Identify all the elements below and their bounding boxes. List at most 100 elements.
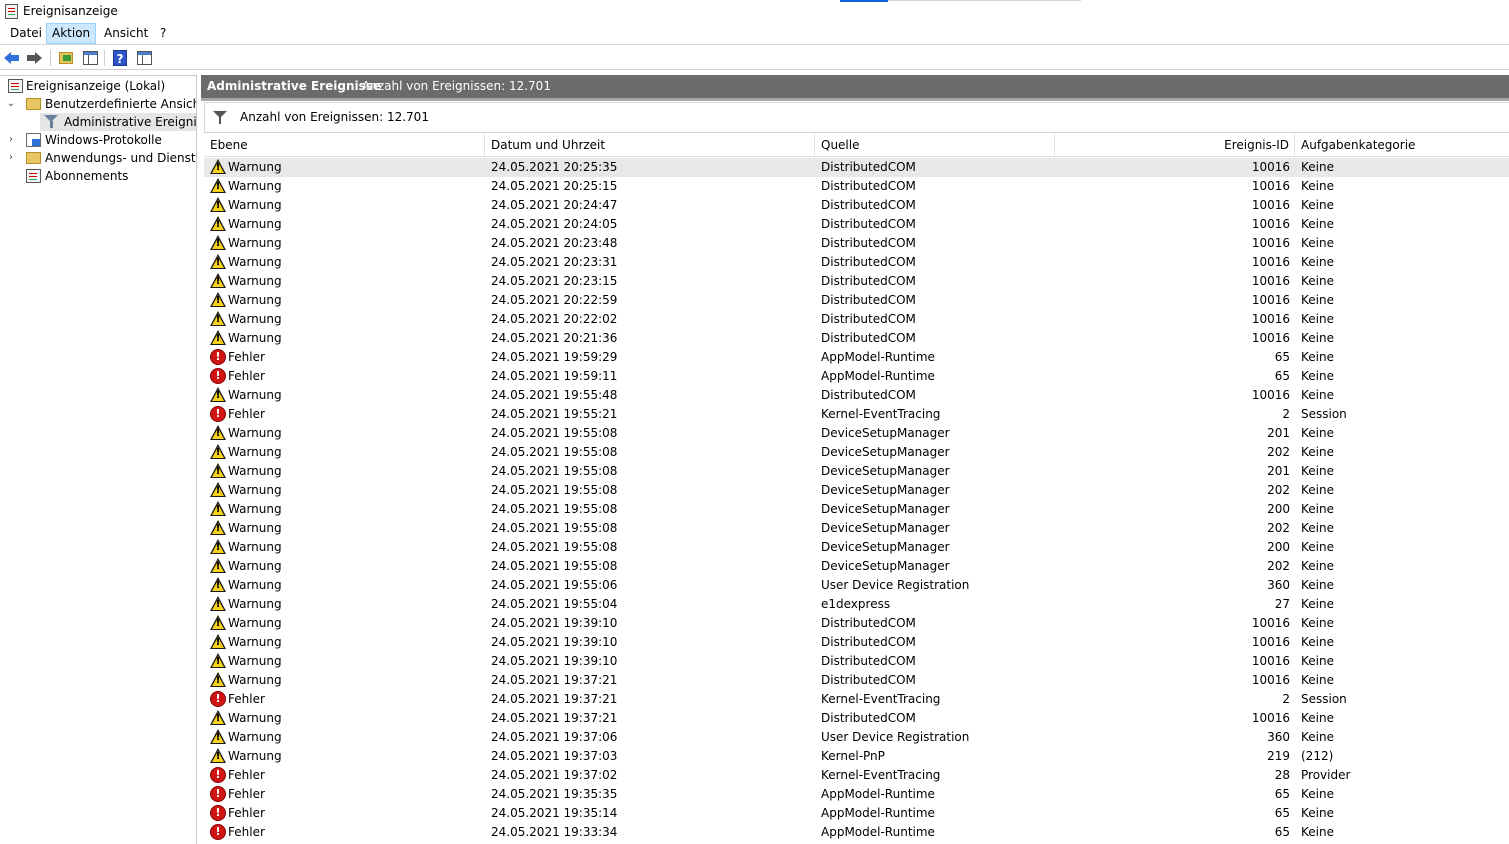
menu-help[interactable]: ? [155, 23, 171, 44]
event-id: 10016 [1251, 236, 1290, 250]
column-header-source[interactable]: Quelle [815, 134, 1055, 157]
table-row[interactable]: !Warnung 24.05.2021 19:55:04 e1dexpress 27 K… [204, 595, 1509, 614]
event-id: 10016 [1251, 673, 1290, 687]
event-date: 24.05.2021 19:39:10 [491, 616, 618, 630]
error-icon: ! [210, 349, 226, 365]
column-header-level[interactable]: Ebene [204, 134, 485, 157]
chevron-down-icon[interactable]: ⌄ [6, 95, 16, 113]
table-row[interactable]: !Warnung 24.05.2021 19:55:48 DistributedCO… [204, 386, 1509, 405]
event-category: Keine [1301, 806, 1334, 820]
table-row[interactable]: !Warnung 24.05.2021 20:22:59 DistributedCO… [204, 291, 1509, 310]
table-row[interactable]: !Warnung 24.05.2021 19:55:08 DeviceSetupMa… [204, 481, 1509, 500]
event-table-body: !Warnung24.05.2021 20:25:35DistributedCO… [204, 158, 1509, 844]
event-id: 360 [1267, 578, 1290, 592]
warning-icon: ! [210, 463, 226, 479]
event-date: 24.05.2021 19:55:21 [491, 407, 618, 421]
forward-button[interactable] [26, 48, 46, 68]
table-row[interactable]: !Warnung 24.05.2021 19:37:03 Kernel-PnP 219… [204, 747, 1509, 766]
event-category: Keine [1301, 198, 1334, 212]
tree-item-admin-events[interactable]: Administrative Ereignisse [40, 113, 196, 131]
tree-item-subscriptions[interactable]: Abonnements [6, 167, 196, 185]
event-id: 65 [1274, 350, 1290, 364]
warning-icon: ! [210, 596, 226, 612]
table-row[interactable]: !Warnung 24.05.2021 19:39:10 DistributedCO… [204, 614, 1509, 633]
table-row[interactable]: !Warnung 24.05.2021 19:55:08 DeviceSetupMa… [204, 500, 1509, 519]
event-level: Fehler [228, 787, 265, 801]
column-header-event-id[interactable]: Ereignis-ID [1055, 134, 1295, 157]
event-category: Keine [1301, 179, 1334, 193]
table-row[interactable]: !Warnung 24.05.2021 19:55:08 DeviceSetupMa… [204, 557, 1509, 576]
table-row[interactable]: !Warnung 24.05.2021 19:55:08 DeviceSetupMa… [204, 424, 1509, 443]
folder-icon [26, 152, 41, 164]
table-header: Ebene Datum und Uhrzeit Quelle Ereignis-… [204, 134, 1509, 157]
table-row[interactable]: ! Fehler 24.05.2021 19:35:35 AppModel-Runti… [204, 785, 1509, 804]
tree-item-windows-logs-label: Windows-Protokolle [45, 133, 162, 147]
table-row[interactable]: !Warnung 24.05.2021 19:55:06 User Device R… [204, 576, 1509, 595]
event-date: 24.05.2021 20:22:02 [491, 312, 618, 326]
table-row[interactable]: !Warnung 24.05.2021 20:23:31 DistributedCO… [204, 253, 1509, 272]
table-row[interactable]: !Warnung 24.05.2021 19:55:08 DeviceSetupMa… [204, 462, 1509, 481]
tree-item-custom-views[interactable]: ⌄ Benutzerdefinierte Ansichten [6, 95, 196, 113]
table-row[interactable]: !Warnung 24.05.2021 19:39:10 DistributedCO… [204, 652, 1509, 671]
table-row[interactable]: !Warnung 24.05.2021 19:37:21 DistributedCO… [204, 709, 1509, 728]
table-row[interactable]: ! Fehler 24.05.2021 19:37:21 Kernel-EventTr… [204, 690, 1509, 709]
table-row[interactable]: ! Fehler 24.05.2021 19:33:34 AppModel-Runti… [204, 823, 1509, 842]
menu-datei[interactable]: Datei [5, 23, 47, 44]
event-source: DistributedCOM [821, 388, 916, 402]
event-level: Warnung [228, 464, 282, 478]
event-id: 10016 [1251, 654, 1290, 668]
chevron-right-icon[interactable]: › [6, 131, 16, 149]
event-id: 200 [1267, 540, 1290, 554]
event-category: Session [1301, 692, 1347, 706]
table-row[interactable]: !Warnung 24.05.2021 19:55:08 DeviceSetupMa… [204, 443, 1509, 462]
table-row[interactable]: ! Fehler 24.05.2021 19:59:11 AppModel-Runti… [204, 367, 1509, 386]
table-row[interactable]: !Warnung 24.05.2021 20:21:36 DistributedCO… [204, 329, 1509, 348]
table-row[interactable]: !Warnung 24.05.2021 20:24:05 DistributedCO… [204, 215, 1509, 234]
back-button[interactable] [4, 48, 24, 68]
tree-item-app-service-logs[interactable]: › Anwendungs- und Dienstpro [6, 149, 196, 167]
menu-ansicht[interactable]: Ansicht [99, 23, 153, 44]
table-row[interactable]: !Warnung 24.05.2021 19:55:08 DeviceSetupMa… [204, 538, 1509, 557]
event-level: Warnung [228, 597, 282, 611]
menu-aktion[interactable]: Aktion [46, 23, 97, 44]
table-row[interactable]: ! Fehler 24.05.2021 19:59:29 AppModel-Runti… [204, 348, 1509, 367]
event-date: 24.05.2021 19:59:11 [491, 369, 618, 383]
toolbar-separator [50, 50, 51, 66]
help-button[interactable]: ? [110, 48, 130, 68]
table-row[interactable]: !Warnung 24.05.2021 20:23:15 DistributedCO… [204, 272, 1509, 291]
table-row[interactable]: !Warnung 24.05.2021 20:23:48 DistributedCO… [204, 234, 1509, 253]
event-source: DistributedCOM [821, 616, 916, 630]
event-category: Keine [1301, 578, 1334, 592]
column-header-date[interactable]: Datum und Uhrzeit [485, 134, 815, 157]
title-bar: Ereignisanzeige [0, 0, 1509, 23]
table-row[interactable]: !Warnung 24.05.2021 19:39:10 DistributedCO… [204, 633, 1509, 652]
event-level: Warnung [228, 445, 282, 459]
table-row[interactable]: !Warnung 24.05.2021 20:25:35 DistributedCO… [204, 158, 1509, 177]
event-category: Keine [1301, 445, 1334, 459]
warning-icon: ! [210, 672, 226, 688]
event-date: 24.05.2021 20:21:36 [491, 331, 618, 345]
open-folder-button[interactable] [56, 48, 76, 68]
table-row[interactable]: !Warnung 24.05.2021 19:55:08 DeviceSetupMa… [204, 519, 1509, 538]
table-row[interactable]: !Warnung 24.05.2021 20:22:02 DistributedCO… [204, 310, 1509, 329]
event-category: Keine [1301, 502, 1334, 516]
event-category: (212) [1301, 749, 1334, 763]
show-hide-action-pane-button[interactable] [134, 48, 154, 68]
table-row[interactable]: !Warnung 24.05.2021 19:37:21 DistributedCO… [204, 671, 1509, 690]
event-id: 10016 [1251, 293, 1290, 307]
table-row[interactable]: ! Fehler 24.05.2021 19:37:02 Kernel-EventTr… [204, 766, 1509, 785]
table-row[interactable]: ! Fehler 24.05.2021 19:55:21 Kernel-EventTr… [204, 405, 1509, 424]
tree-item-windows-logs[interactable]: › Windows-Protokolle [6, 131, 196, 149]
column-header-task-category[interactable]: Aufgabenkategorie [1295, 134, 1509, 157]
table-row[interactable]: !Warnung 24.05.2021 20:24:47 DistributedCO… [204, 196, 1509, 215]
event-level: Warnung [228, 673, 282, 687]
event-level: Warnung [228, 578, 282, 592]
chevron-right-icon[interactable]: › [6, 149, 16, 167]
tree-item-root[interactable]: Ereignisanzeige (Lokal) [6, 77, 194, 95]
table-row[interactable]: ! Fehler 24.05.2021 19:35:14 AppModel-Runti… [204, 804, 1509, 823]
table-row[interactable]: !Warnung 24.05.2021 19:37:06 User Device R… [204, 728, 1509, 747]
show-hide-tree-button[interactable] [80, 48, 100, 68]
event-source: DeviceSetupManager [821, 445, 950, 459]
event-source: DistributedCOM [821, 217, 916, 231]
table-row[interactable]: !Warnung 24.05.2021 20:25:15 DistributedCO… [204, 177, 1509, 196]
